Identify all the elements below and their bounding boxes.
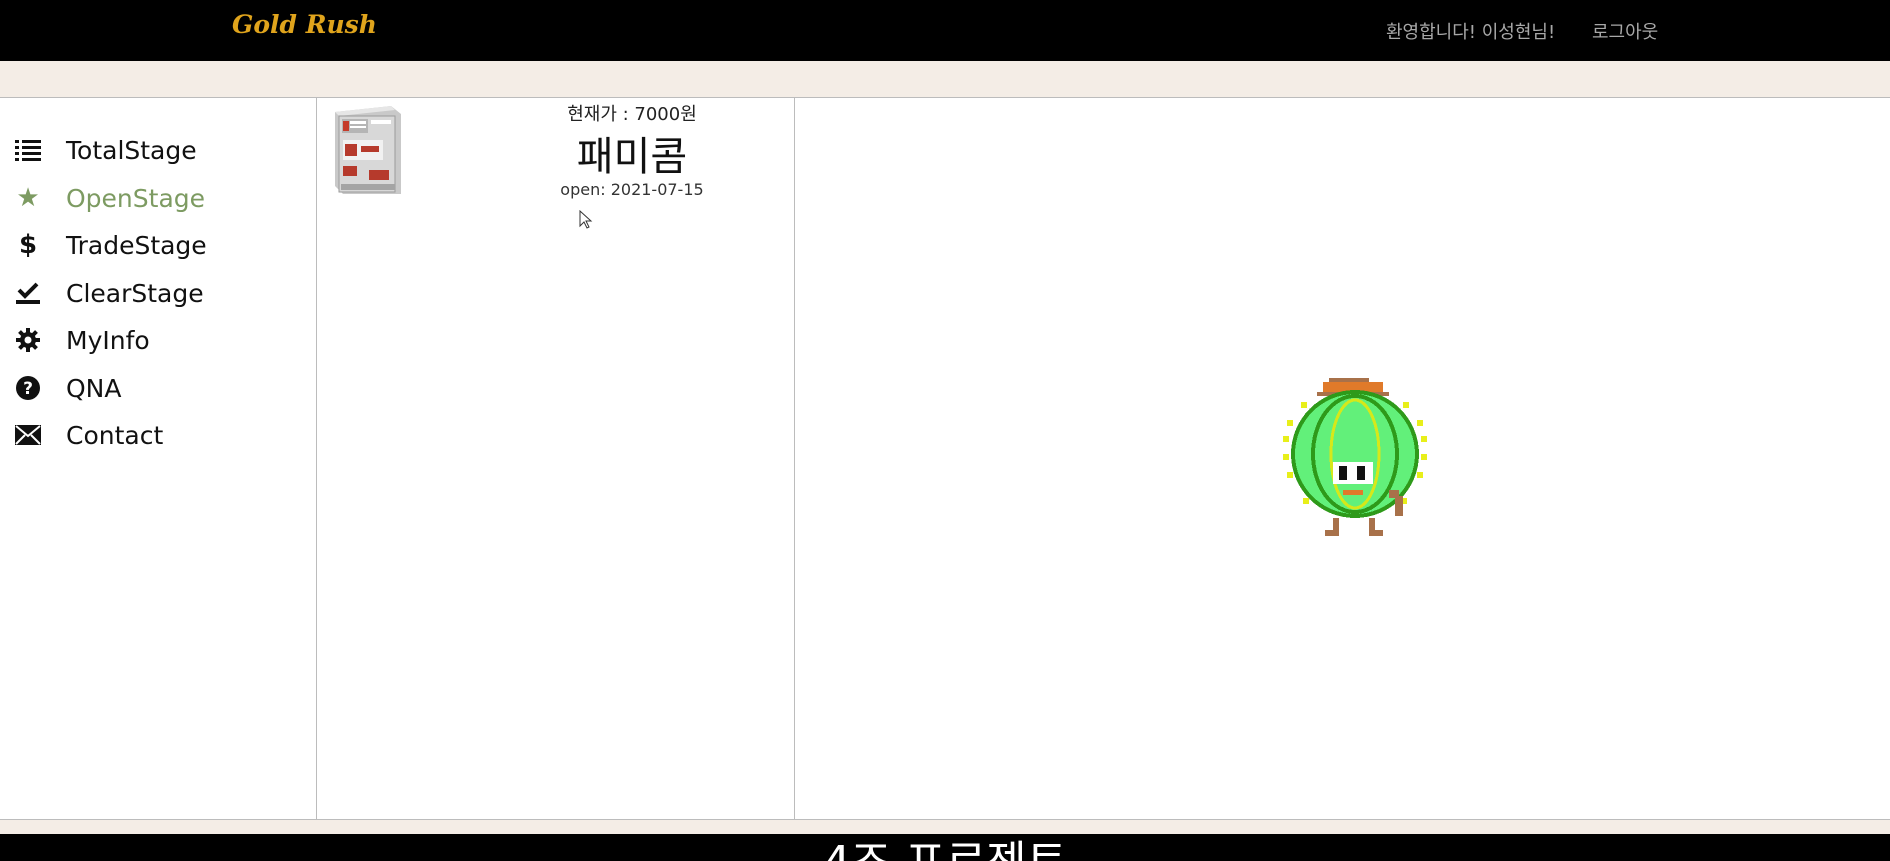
product-open-date: open: 2021-07-15 bbox=[560, 180, 704, 199]
mouse-cursor-icon bbox=[579, 209, 593, 234]
product-detail-panel: 현재가 : 7000원 패미콤 open: 2021-07-15 bbox=[317, 98, 795, 819]
sidebar-item-openstage[interactable]: ★ OpenStage bbox=[0, 181, 316, 221]
app-logo[interactable]: Gold Rush bbox=[232, 10, 377, 39]
welcome-message: 환영합니다! 이성현님! bbox=[1386, 22, 1556, 43]
star-icon: ★ bbox=[16, 183, 40, 213]
footer: 4조 프로젝트 bbox=[0, 834, 1890, 861]
sidebar-item-label: TradeStage bbox=[66, 231, 207, 260]
top-navbar: Gold Rush 환영합니다! 이성현님! 로그아웃 bbox=[0, 0, 1890, 61]
check-icon bbox=[14, 278, 42, 308]
product-thumbnail[interactable] bbox=[329, 104, 401, 194]
footer-title: 4조 프로젝트 bbox=[0, 836, 1890, 861]
product-name: 패미콤 bbox=[576, 134, 688, 180]
sidebar: TotalStage ★ OpenStage $ TradeStage Clea… bbox=[0, 98, 317, 819]
list-icon bbox=[14, 135, 42, 165]
svg-text:?: ? bbox=[23, 379, 33, 399]
character-sprite[interactable] bbox=[1281, 378, 1431, 547]
gear-icon bbox=[14, 325, 42, 355]
product-price: 현재가 : 7000원 bbox=[567, 104, 697, 125]
sidebar-item-contact[interactable]: Contact bbox=[0, 418, 316, 458]
sidebar-item-label: TotalStage bbox=[66, 136, 197, 165]
sidebar-item-label: MyInfo bbox=[66, 326, 150, 355]
sidebar-item-label: OpenStage bbox=[66, 184, 206, 213]
sidebar-item-totalstage[interactable]: TotalStage bbox=[0, 133, 316, 173]
sidebar-item-label: QNA bbox=[66, 374, 122, 403]
sidebar-item-myinfo[interactable]: MyInfo bbox=[0, 323, 316, 363]
sub-header-bar bbox=[0, 61, 1890, 98]
sidebar-item-label: Contact bbox=[66, 421, 164, 450]
footer-separator bbox=[0, 819, 1890, 834]
logout-link[interactable]: 로그아웃 bbox=[1592, 18, 1658, 44]
dollar-icon: $ bbox=[18, 230, 38, 260]
sidebar-item-clearstage[interactable]: ClearStage bbox=[0, 276, 316, 316]
envelope-icon bbox=[14, 420, 42, 450]
sidebar-item-label: ClearStage bbox=[66, 279, 204, 308]
question-icon: ? bbox=[14, 373, 42, 403]
sidebar-item-qna[interactable]: ? QNA bbox=[0, 371, 316, 411]
sidebar-item-tradestage[interactable]: $ TradeStage bbox=[0, 228, 316, 268]
stage-area bbox=[795, 98, 1890, 819]
